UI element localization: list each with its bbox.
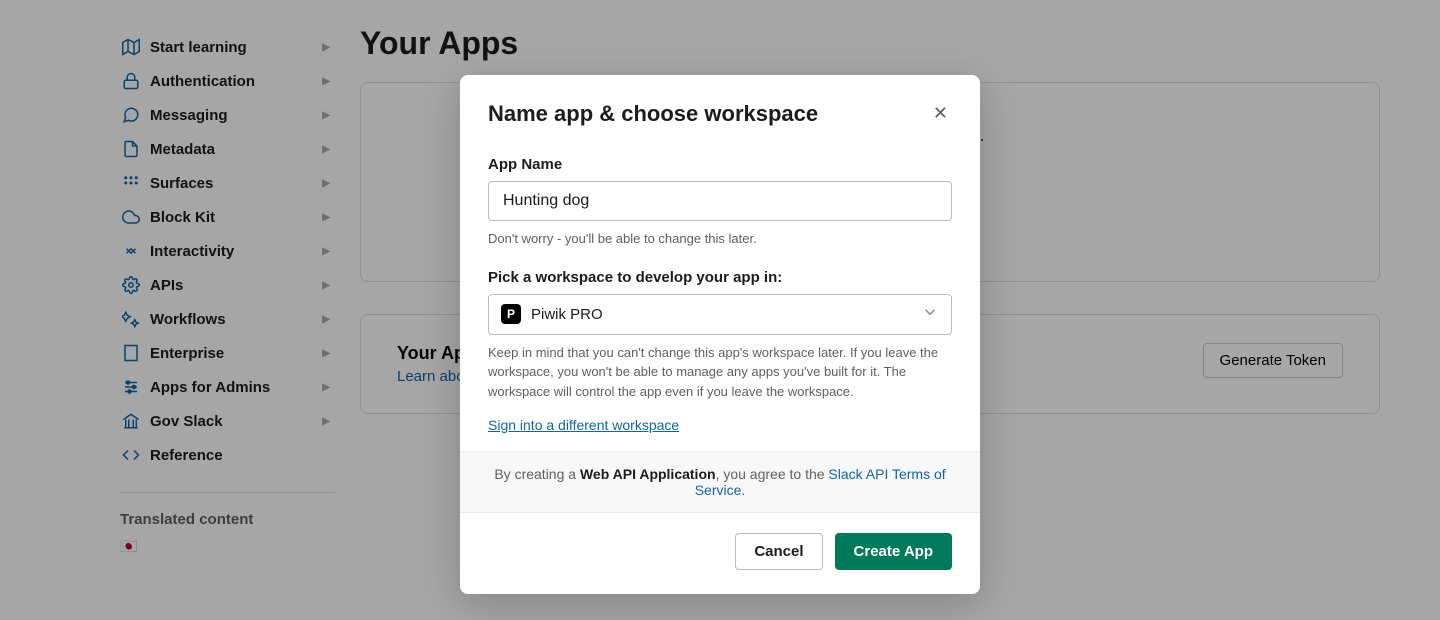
close-icon: ✕ (933, 103, 948, 123)
app-name-label: App Name (488, 156, 952, 173)
workspace-select[interactable]: P Piwik PRO (488, 294, 952, 335)
modal-body: App Name Don't worry - you'll be able to… (460, 136, 980, 451)
workspace-icon: P (501, 304, 521, 324)
create-app-modal: Name app & choose workspace ✕ App Name D… (460, 75, 980, 594)
agreement-bar: By creating a Web API Application, you a… (460, 451, 980, 513)
create-app-button[interactable]: Create App (835, 533, 952, 570)
modal-overlay[interactable]: Name app & choose workspace ✕ App Name D… (0, 0, 1440, 620)
cancel-button[interactable]: Cancel (735, 533, 822, 570)
modal-title: Name app & choose workspace (488, 101, 818, 127)
close-button[interactable]: ✕ (929, 99, 952, 128)
workspace-helper: Keep in mind that you can't change this … (488, 343, 952, 402)
app-name-input[interactable] (488, 181, 952, 221)
chevron-down-icon (921, 303, 939, 326)
workspace-name: Piwik PRO (531, 306, 921, 323)
modal-header: Name app & choose workspace ✕ (460, 75, 980, 136)
sign-into-different-workspace-link[interactable]: Sign into a different workspace (488, 417, 679, 433)
modal-footer: Cancel Create App (460, 513, 980, 594)
app-name-helper: Don't worry - you'll be able to change t… (488, 229, 952, 249)
workspace-label: Pick a workspace to develop your app in: (488, 269, 952, 286)
